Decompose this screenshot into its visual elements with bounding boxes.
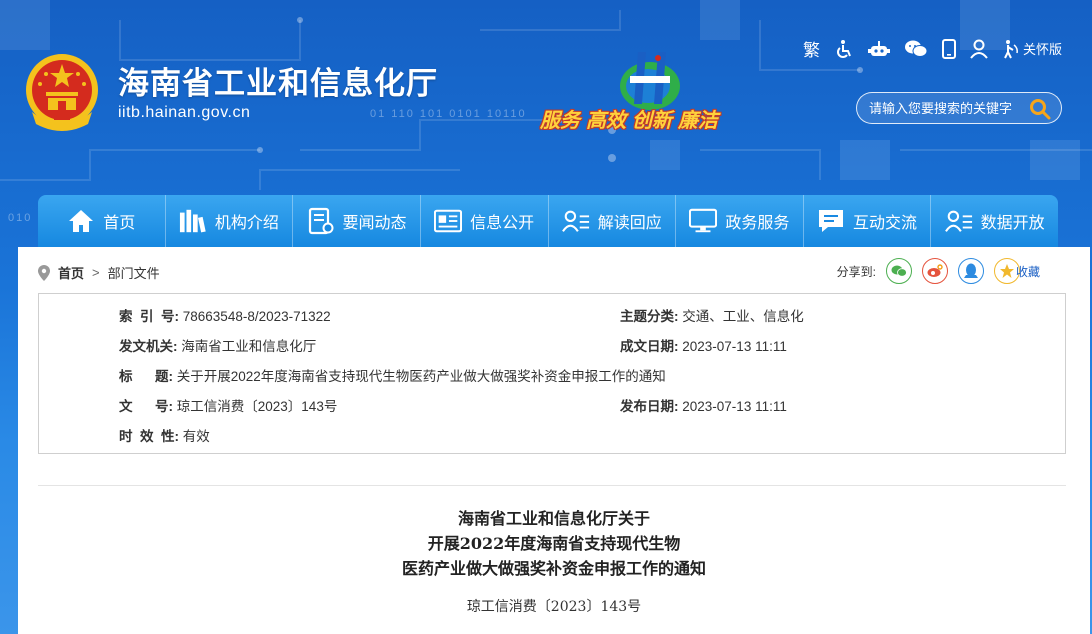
binary-decoration: 01 110 101 0101 10110 [370, 108, 527, 120]
weibo-icon [927, 264, 943, 277]
document-number: 琼工信消费〔2023〕143号 [466, 599, 642, 615]
breadcrumb-home[interactable]: 首页 [58, 263, 84, 282]
user-icon[interactable] [970, 39, 988, 59]
traditional-chinese-button[interactable]: 繁 [803, 36, 820, 61]
star-icon [999, 264, 1014, 278]
nav-label: 首页 [103, 215, 136, 232]
meta-value: 2023-07-13 11:11 [682, 339, 787, 354]
nav-label: 要闻动态 [342, 215, 407, 232]
share-label: 分享到: [836, 264, 876, 279]
national-emblem-icon [26, 54, 98, 131]
share-bar: 分享到: 收藏 [837, 258, 1040, 284]
qq-icon [963, 263, 978, 278]
favorite-label[interactable]: 收藏 [1016, 263, 1040, 280]
nav-interaction[interactable]: 互动交流 [804, 195, 932, 247]
divider [38, 485, 1066, 486]
slogan-efficient: 高效 [586, 110, 626, 132]
meta-index-row: 索 引 号: 78663548-8/2023-71322 [119, 305, 331, 325]
nav-home[interactable]: 首页 [38, 195, 166, 247]
nav-interpretation[interactable]: 解读回应 [549, 195, 677, 247]
slogan: 服务 高效 创新 廉洁 [540, 104, 718, 133]
nav-open-data[interactable]: 数据开放 [931, 195, 1058, 247]
location-pin-icon [38, 264, 50, 281]
meta-label: 索 引 号: [119, 309, 179, 324]
breadcrumb-separator: > [92, 265, 100, 280]
binary-decoration-left: 010 [8, 212, 33, 224]
nav-gov-service[interactable]: 政务服务 [676, 195, 804, 247]
meta-docno-row: 文 号: 琼工信消费〔2023〕143号 [119, 395, 337, 415]
chat-icon [817, 207, 845, 235]
news-icon [307, 207, 335, 235]
nav-label: 机构介绍 [214, 215, 279, 232]
meta-label: 成文日期: [620, 339, 679, 354]
nav-label: 政务服务 [725, 215, 790, 232]
elder-care-icon [1004, 39, 1018, 58]
meta-publish-row: 发布日期: 2023-07-13 11:11 [620, 395, 787, 415]
site-title[interactable]: 海南省工业和信息化厅 [118, 58, 438, 103]
elder-care-button[interactable]: 关怀版 [1002, 39, 1062, 59]
document-title-line: 医药产业做大做强奖补资金申报工作的通知 [401, 559, 706, 578]
meta-value: 关于开展2022年度海南省支持现代生物医药产业做大做强奖补资金申报工作的通知 [176, 369, 666, 384]
meta-label: 文 号: [119, 399, 173, 414]
document-title: 海南省工业和信息化厅关于 开展2022年度海南省支持现代生物 医药产业做大做强奖… [18, 506, 1090, 581]
data-icon [944, 207, 973, 235]
books-icon [179, 207, 207, 235]
nav-news[interactable]: 要闻动态 [293, 195, 421, 247]
home-icon [67, 207, 95, 235]
mobile-icon[interactable] [941, 38, 956, 59]
meta-title-row: 标 题: 关于开展2022年度海南省支持现代生物医药产业做大做强奖补资金申报工作… [119, 365, 666, 385]
breadcrumb-current[interactable]: 部门文件 [108, 263, 160, 282]
accessibility-icon[interactable] [834, 39, 854, 59]
slogan-innovate: 创新 [632, 110, 672, 132]
meta-value: 海南省工业和信息化厅 [181, 339, 317, 354]
wechat-icon[interactable] [904, 39, 928, 59]
service-icon [689, 207, 718, 235]
nav-label: 数据开放 [980, 215, 1045, 232]
search-input[interactable] [869, 100, 1029, 116]
document-meta-table: 索 引 号: 78663548-8/2023-71322 主题分类: 交通、工业… [38, 293, 1066, 454]
share-qq-button[interactable] [957, 258, 984, 284]
meta-value: 琼工信消费〔2023〕143号 [176, 399, 338, 414]
meta-validity-row: 时 效 性: 有效 [119, 425, 210, 445]
document-title-line: 开展2022年度海南省支持现代生物 [427, 534, 681, 553]
slogan-clean: 廉洁 [678, 110, 718, 132]
meta-topic-row: 主题分类: 交通、工业、信息化 [620, 305, 804, 325]
nav-label: 解读回应 [597, 215, 662, 232]
main-nav: 首页 机构介绍 要闻动态 信息公开 解读回应 政务服务 互动交流 数据开放 [38, 195, 1058, 247]
nav-info-disclosure[interactable]: 信息公开 [421, 195, 549, 247]
meta-value: 78663548-8/2023-71322 [182, 309, 331, 324]
meta-label: 发布日期: [620, 399, 679, 414]
elder-care-label: 关怀版 [1022, 42, 1062, 57]
wechat-icon [891, 265, 907, 277]
top-toolbar: 繁 关怀版 [803, 36, 1062, 61]
search-box [856, 92, 1062, 124]
meta-value: 有效 [182, 429, 210, 444]
nav-label: 信息公开 [470, 215, 535, 232]
site-url[interactable]: iitb.hainan.gov.cn [118, 104, 250, 122]
meta-written-row: 成文日期: 2023-07-13 11:11 [620, 335, 787, 355]
meta-value: 2023-07-13 11:11 [682, 399, 787, 414]
meta-label: 标 题: [119, 369, 173, 384]
interpret-icon [561, 207, 590, 235]
meta-issuer-row: 发文机关: 海南省工业和信息化厅 [119, 335, 316, 355]
info-icon [434, 207, 463, 235]
nav-label: 互动交流 [853, 215, 918, 232]
document-title-line: 海南省工业和信息化厅关于 [457, 509, 650, 528]
search-icon[interactable] [1029, 98, 1051, 120]
content-panel: 首页 > 部门文件 分享到: 收藏 索 引 号: 78663548-8/2023… [18, 247, 1090, 634]
robot-icon[interactable] [867, 40, 890, 58]
share-weibo-button[interactable] [921, 258, 948, 284]
slogan-service: 服务 [540, 110, 580, 132]
meta-label: 主题分类: [620, 309, 679, 324]
meta-label: 时 效 性: [119, 429, 179, 444]
share-wechat-button[interactable] [885, 258, 912, 284]
nav-organization[interactable]: 机构介绍 [166, 195, 294, 247]
meta-label: 发文机关: [119, 339, 178, 354]
meta-value: 交通、工业、信息化 [682, 309, 804, 324]
breadcrumb: 首页 > 部门文件 [38, 263, 160, 282]
